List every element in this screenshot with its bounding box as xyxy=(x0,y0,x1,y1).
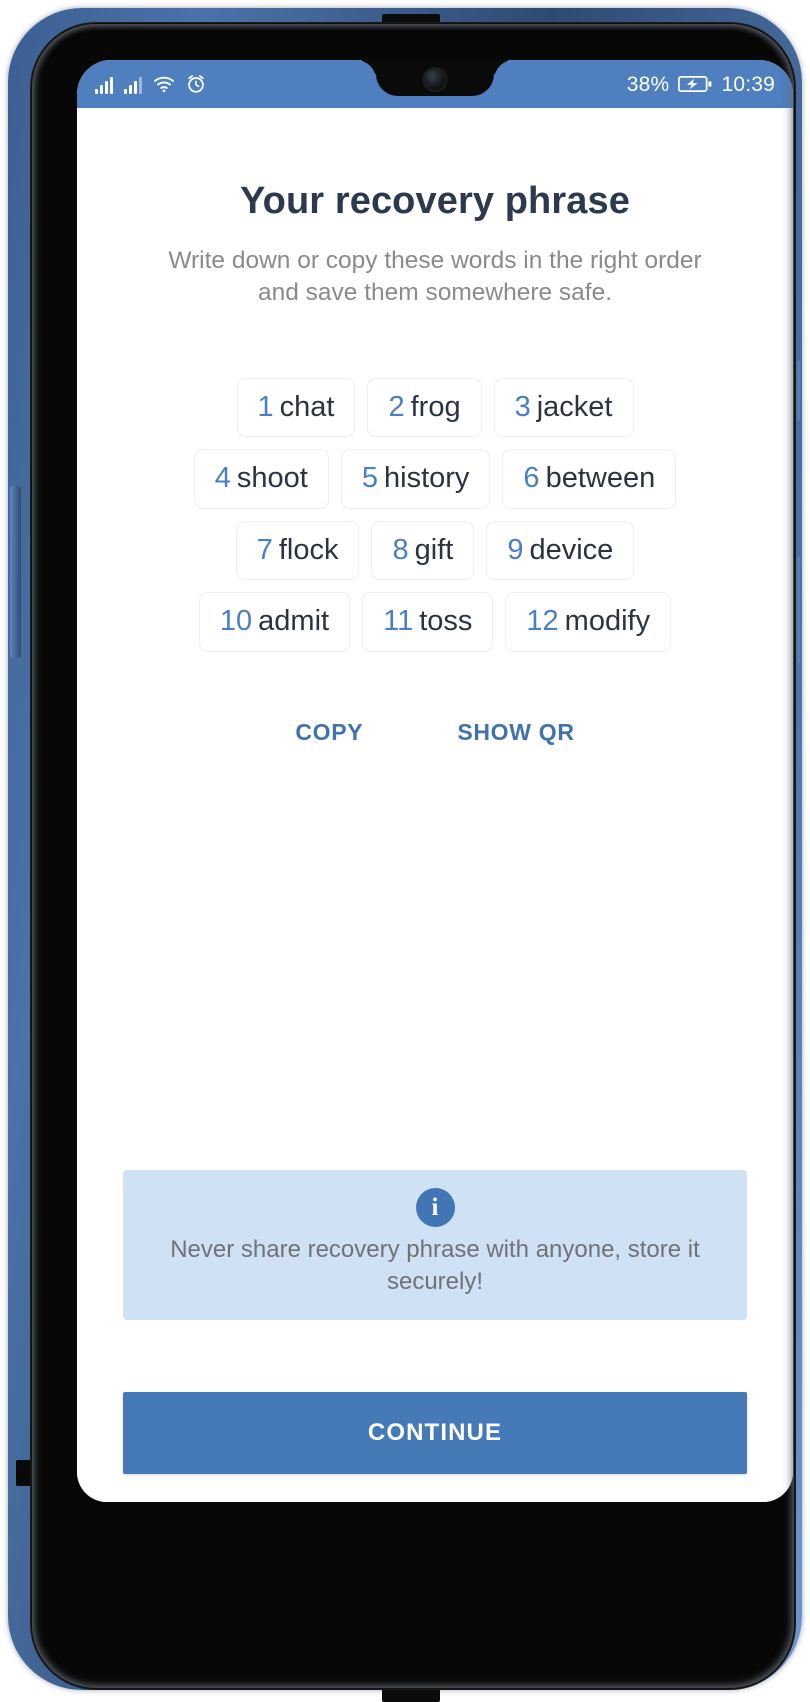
word-text: gift xyxy=(414,533,454,566)
word-index: 10 xyxy=(219,605,253,638)
phone-bezel: 38% 10:39 Your recovery phrase Write dow… xyxy=(30,22,796,1690)
phone-outer-frame: 38% 10:39 Your recovery phrase Write dow… xyxy=(8,8,802,1702)
info-icon: i xyxy=(415,1188,455,1228)
word-index: 11 xyxy=(383,605,414,638)
phone-screen: 38% 10:39 Your recovery phrase Write dow… xyxy=(77,60,793,1502)
show-qr-button[interactable]: SHOW QR xyxy=(443,711,588,754)
word-row: 1 chat 2 frog 3 jacket xyxy=(129,377,741,438)
clock-label: 10:39 xyxy=(721,72,775,96)
word-text: history xyxy=(384,462,470,495)
word-text: admit xyxy=(258,605,330,638)
word-chip[interactable]: 12 modify xyxy=(505,592,672,652)
word-text: modify xyxy=(564,605,651,638)
word-index: 12 xyxy=(526,605,559,638)
bottom-area: i Never share recovery phrase with anyon… xyxy=(77,1170,793,1502)
page-title: Your recovery phrase xyxy=(240,180,630,222)
word-row: 4 shoot 5 history 6 between xyxy=(129,449,741,509)
word-row: 10 admit 11 toss 12 modify xyxy=(129,592,741,652)
word-chip[interactable]: 8 gift xyxy=(371,520,475,581)
word-chip[interactable]: 5 history xyxy=(340,449,491,509)
word-chip[interactable]: 11 toss xyxy=(362,592,494,652)
word-text: device xyxy=(529,533,614,566)
word-text: flock xyxy=(278,533,339,566)
word-chip[interactable]: 10 admit xyxy=(198,592,351,652)
continue-button[interactable]: CONTINUE xyxy=(123,1392,747,1474)
alarm-clock-icon xyxy=(186,74,206,94)
warning-banner-text: Never share recovery phrase with anyone,… xyxy=(170,1236,700,1296)
battery-charging-icon xyxy=(678,75,712,93)
word-index: 1 xyxy=(257,390,274,423)
recovery-phrase-grid: 1 chat 2 frog 3 jacket 4 shoot 5 history… xyxy=(129,310,741,652)
word-index: 7 xyxy=(256,533,273,566)
word-text: between xyxy=(545,462,656,495)
warning-banner: i Never share recovery phrase with anyon… xyxy=(123,1170,747,1320)
screen-content: Your recovery phrase Write down or copy … xyxy=(77,108,793,1502)
word-chip[interactable]: 9 device xyxy=(486,520,635,581)
signal-bars-icon xyxy=(95,75,113,94)
word-chip[interactable]: 2 frog xyxy=(367,377,482,438)
antenna-nub-bottom xyxy=(382,1688,440,1702)
signal-bars-secondary-icon xyxy=(124,75,142,94)
word-chip[interactable]: 4 shoot xyxy=(193,449,329,509)
word-row: 7 flock 8 gift 9 device xyxy=(129,520,741,581)
front-camera-icon xyxy=(424,69,446,90)
word-index: 2 xyxy=(388,390,405,423)
word-chip[interactable]: 7 flock xyxy=(235,520,360,581)
status-bar-right: 38% 10:39 xyxy=(627,60,775,108)
word-index: 3 xyxy=(514,390,531,423)
word-index: 4 xyxy=(214,462,231,495)
word-text: shoot xyxy=(236,462,308,495)
word-index: 5 xyxy=(361,462,378,495)
word-text: chat xyxy=(279,390,335,423)
screenshot-stage: 38% 10:39 Your recovery phrase Write dow… xyxy=(0,0,810,1702)
volume-button[interactable] xyxy=(10,486,21,658)
word-chip[interactable]: 3 jacket xyxy=(493,377,634,438)
status-bar-left xyxy=(95,60,206,108)
word-index: 9 xyxy=(507,533,524,566)
copy-button[interactable]: COPY xyxy=(281,711,377,754)
word-text: jacket xyxy=(536,390,613,423)
phrase-actions: COPY SHOW QR xyxy=(77,711,793,754)
word-chip[interactable]: 1 chat xyxy=(236,377,356,438)
battery-percent-label: 38% xyxy=(626,72,670,96)
word-index: 8 xyxy=(392,533,409,566)
wifi-icon xyxy=(153,75,175,93)
status-bar: 38% 10:39 xyxy=(77,60,793,108)
page-subtitle: Write down or copy these words in the ri… xyxy=(168,247,702,307)
camera-notch xyxy=(376,60,494,96)
word-index: 6 xyxy=(523,462,540,495)
word-text: toss xyxy=(419,605,473,638)
word-chip[interactable]: 6 between xyxy=(502,449,677,509)
word-text: frog xyxy=(410,390,461,423)
